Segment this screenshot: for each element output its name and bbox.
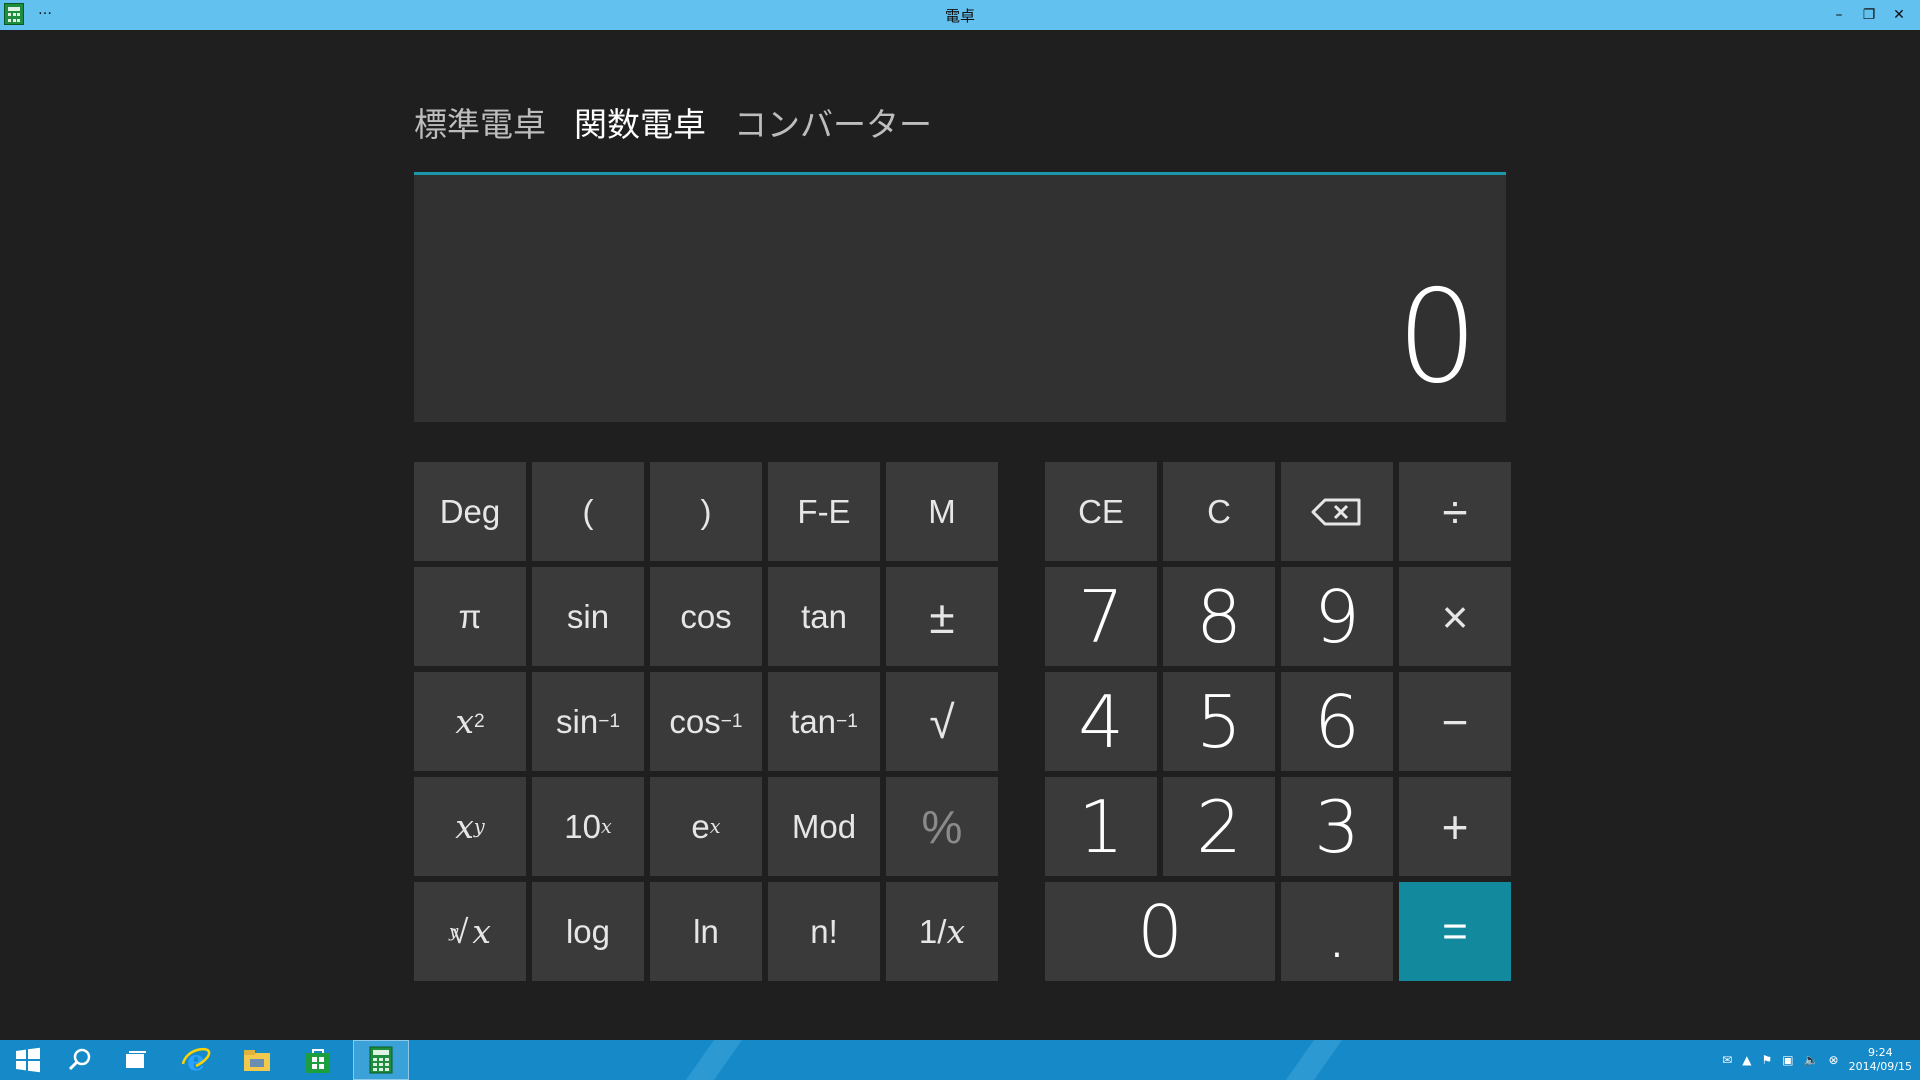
- ime-icon[interactable]: ⊗: [1829, 1053, 1839, 1067]
- acos-button[interactable]: cos −1: [650, 672, 762, 771]
- power-button[interactable]: xy: [414, 777, 526, 876]
- action-center-flag-icon[interactable]: ⚑: [1761, 1053, 1772, 1067]
- digit-9-button[interactable]: 9: [1281, 567, 1393, 666]
- result-display: 0: [414, 172, 1506, 422]
- deg-button[interactable]: Deg: [414, 462, 526, 561]
- digit-0-button[interactable]: 0: [1045, 882, 1275, 981]
- backspace-button[interactable]: [1281, 462, 1393, 561]
- ten-power-button[interactable]: 10 x: [532, 777, 644, 876]
- task-view-button[interactable]: [108, 1040, 164, 1080]
- notification-icon[interactable]: ✉: [1722, 1053, 1732, 1067]
- window-controls: – ❐ ✕: [1824, 0, 1914, 30]
- clear-entry-button[interactable]: CE: [1045, 462, 1157, 561]
- file-explorer-icon: [244, 1050, 270, 1071]
- multiply-button[interactable]: ×: [1399, 567, 1511, 666]
- tab-standard[interactable]: 標準電卓: [414, 98, 546, 146]
- digit-6-button[interactable]: 6: [1281, 672, 1393, 771]
- network-icon[interactable]: ▣: [1782, 1053, 1793, 1067]
- file-explorer-button[interactable]: [229, 1040, 285, 1080]
- minus-button[interactable]: −: [1399, 672, 1511, 771]
- reciprocal-one: 1/: [918, 912, 947, 950]
- digit-8-button[interactable]: 8: [1163, 567, 1275, 666]
- start-icon: [16, 1047, 40, 1073]
- clock-date: 2014/09/15: [1848, 1060, 1912, 1073]
- asin-button[interactable]: sin −1: [532, 672, 644, 771]
- store-icon: [306, 1049, 330, 1073]
- search-button[interactable]: [52, 1040, 108, 1080]
- taskbar: e ✉ ▲ ⚑ ▣ 🔈 ⊗ 9:24 2014/09/15: [0, 1040, 1920, 1080]
- equals-button[interactable]: =: [1399, 882, 1511, 981]
- memory-button[interactable]: M: [886, 462, 998, 561]
- reciprocal-button[interactable]: 1/x: [886, 882, 998, 981]
- restore-button[interactable]: ❐: [1854, 0, 1884, 30]
- window-title: 電卓: [944, 7, 975, 25]
- minimize-button[interactable]: –: [1824, 0, 1854, 30]
- sin-button[interactable]: sin: [532, 567, 644, 666]
- digit-2-button[interactable]: 2: [1163, 777, 1275, 876]
- calculator-taskbar-button[interactable]: [353, 1040, 409, 1080]
- start-button[interactable]: [0, 1040, 56, 1080]
- scientific-keypad: Deg ( ) F-E M π sin cos tan ± x2 sin −1 c…: [414, 462, 998, 981]
- pi-button[interactable]: π: [414, 567, 526, 666]
- digit-5-button[interactable]: 5: [1163, 672, 1275, 771]
- system-tray: ✉ ▲ ⚑ ▣ 🔈 ⊗ 9:24 2014/09/15: [1722, 1040, 1912, 1080]
- reciprocal-x: x: [946, 912, 966, 951]
- digit-1-button[interactable]: 1: [1045, 777, 1157, 876]
- atan-base: tan: [790, 702, 837, 740]
- square-base: x: [455, 702, 474, 741]
- yroot-x: x: [472, 912, 492, 951]
- clock[interactable]: 9:24 2014/09/15: [1849, 1046, 1912, 1074]
- number-keypad: CE C ÷ 7 8 9 × 4 5 6 − 1 2 3 + 0 . =: [1045, 462, 1511, 981]
- digit-7-button[interactable]: 7: [1045, 567, 1157, 666]
- mod-button[interactable]: Mod: [768, 777, 880, 876]
- power-base: x: [455, 807, 474, 846]
- cos-button[interactable]: cos: [650, 567, 762, 666]
- exp-base: e: [691, 807, 710, 845]
- yroot-button[interactable]: y √ x: [414, 882, 526, 981]
- show-hidden-icons-icon[interactable]: ▲: [1742, 1053, 1751, 1067]
- digit-3-button[interactable]: 3: [1281, 777, 1393, 876]
- volume-icon[interactable]: 🔈: [1804, 1053, 1819, 1067]
- close-paren-button[interactable]: ): [650, 462, 762, 561]
- calculator-icon: [369, 1046, 393, 1074]
- decimal-button[interactable]: .: [1281, 882, 1393, 981]
- title-bar: … 電卓 – ❐ ✕: [0, 0, 1920, 30]
- plus-button[interactable]: +: [1399, 777, 1511, 876]
- search-icon: [68, 1048, 91, 1071]
- exp-button[interactable]: ex: [650, 777, 762, 876]
- tan-button[interactable]: tan: [768, 567, 880, 666]
- internet-explorer-button[interactable]: e: [168, 1040, 224, 1080]
- digit-4-button[interactable]: 4: [1045, 672, 1157, 771]
- mode-tabs: 標準電卓 関数電卓 コンバーター: [414, 98, 932, 146]
- display-value: 0: [1396, 263, 1478, 412]
- acos-base: cos: [669, 702, 721, 740]
- square-button[interactable]: x2: [414, 672, 526, 771]
- ten-power-base: 10: [564, 807, 601, 845]
- internet-explorer-icon: e: [181, 1044, 211, 1076]
- open-paren-button[interactable]: (: [532, 462, 644, 561]
- plus-minus-button[interactable]: ±: [886, 567, 998, 666]
- taskbar-decoration: [685, 1040, 743, 1080]
- tab-scientific[interactable]: 関数電卓: [574, 98, 706, 146]
- clock-time: 9:24: [1867, 1046, 1893, 1059]
- divide-button[interactable]: ÷: [1399, 462, 1511, 561]
- taskbar-decoration: [1285, 1040, 1343, 1080]
- store-button[interactable]: [290, 1040, 346, 1080]
- asin-base: sin: [556, 702, 599, 740]
- factorial-button[interactable]: n!: [768, 882, 880, 981]
- atan-button[interactable]: tan −1: [768, 672, 880, 771]
- ln-button[interactable]: ln: [650, 882, 762, 981]
- clear-button[interactable]: C: [1163, 462, 1275, 561]
- fe-button[interactable]: F-E: [768, 462, 880, 561]
- close-button[interactable]: ✕: [1884, 0, 1914, 30]
- backspace-icon: [1311, 498, 1361, 525]
- percent-button[interactable]: %: [886, 777, 998, 876]
- task-view-icon: [126, 1051, 146, 1068]
- yroot-symbol: √: [450, 912, 469, 950]
- log-button[interactable]: log: [532, 882, 644, 981]
- sqrt-button[interactable]: √: [886, 672, 998, 771]
- tab-converter[interactable]: コンバーター: [734, 98, 932, 146]
